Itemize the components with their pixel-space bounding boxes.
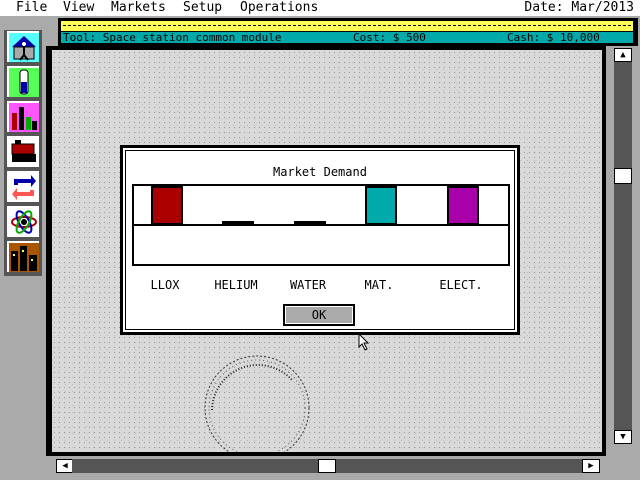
demand-chart	[132, 184, 510, 266]
menu-view[interactable]: View	[63, 0, 94, 16]
ok-button-label: OK	[285, 306, 353, 324]
tool-atom[interactable]	[6, 205, 40, 238]
tool-build[interactable]	[6, 30, 40, 63]
city-icon	[9, 243, 39, 272]
tool-transfer[interactable]	[6, 170, 40, 203]
category-label: HELIUM	[214, 278, 258, 292]
cash-text: Cash: $ 10,000	[507, 31, 600, 44]
category-label: ELECT.	[439, 278, 483, 292]
market-demand-dialog: Market Demand LLOX HELIUM WATER MAT. ELECT. …	[120, 145, 520, 335]
date-display: Date: Mar/2013	[524, 0, 634, 15]
graph-icon	[9, 103, 39, 132]
category-label: MAT.	[364, 278, 394, 292]
horizontal-scrollbar[interactable]: ◀ ▶	[46, 456, 610, 476]
tool-finance[interactable]	[6, 100, 40, 133]
scroll-down-button[interactable]: ▼	[614, 430, 632, 444]
building-tool-icon	[9, 33, 39, 62]
menu-bar: File View Markets Setup Operations Date:…	[0, 0, 640, 16]
tool-machine[interactable]	[6, 135, 40, 168]
vertical-scrollbar[interactable]: ▲ ▼	[610, 48, 636, 454]
atom-icon	[9, 208, 39, 237]
transfer-arrows-icon	[9, 173, 39, 202]
demand-bar-llox	[151, 186, 183, 225]
tool-status-strip: Tool: Space station common module Cost: …	[61, 32, 633, 43]
tool-city[interactable]	[6, 240, 40, 273]
category-label: WATER	[289, 278, 327, 292]
menu-markets[interactable]: Markets	[111, 0, 166, 16]
ok-button[interactable]: OK	[283, 304, 355, 326]
tool-research[interactable]	[6, 65, 40, 98]
demand-bar-elect	[447, 186, 479, 225]
test-tube-icon	[9, 68, 39, 97]
current-tool-text: Tool: Space station common module	[63, 31, 282, 44]
status-toolbar: Tool: Space station common module Cost: …	[58, 18, 638, 46]
cost-text: Cost: $ 500	[353, 31, 426, 44]
horizontal-scroll-thumb[interactable]	[318, 459, 336, 473]
scroll-up-button[interactable]: ▲	[614, 48, 632, 62]
category-label: LLOX	[150, 278, 180, 292]
menu-file[interactable]: File	[16, 0, 47, 16]
vertical-scroll-track[interactable]	[614, 62, 632, 440]
dialog-title: Market Demand	[273, 165, 367, 179]
demand-bar-water	[294, 221, 326, 224]
demand-bar-helium	[222, 221, 254, 224]
menu-operations[interactable]: Operations	[240, 0, 318, 16]
vertical-scroll-thumb[interactable]	[614, 168, 632, 184]
demand-bar-mat	[365, 186, 397, 225]
tool-palette	[4, 30, 42, 276]
machine-icon	[9, 138, 39, 167]
message-strip	[61, 21, 633, 31]
scroll-right-button[interactable]: ▶	[582, 459, 600, 473]
menu-setup[interactable]: Setup	[183, 0, 222, 16]
mouse-cursor-icon	[358, 333, 370, 351]
